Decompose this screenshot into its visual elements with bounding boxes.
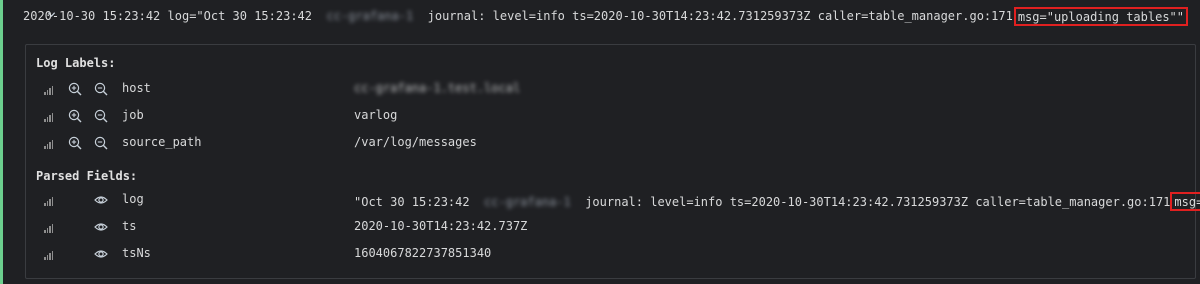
log-label-row-host: host cc-grafana-1.test.local	[26, 79, 1186, 101]
label-value-redacted: cc-grafana-1.test.local	[354, 81, 521, 95]
zoom-out-icon[interactable]	[94, 82, 108, 96]
label-key: source_path	[122, 135, 202, 149]
log-level-indicator	[0, 0, 3, 284]
parsed-fields-title: Parsed Fields:	[36, 169, 138, 183]
field-key: ts	[122, 219, 137, 233]
label-value: /var/log/messages	[354, 135, 477, 149]
label-value: varlog	[354, 108, 398, 122]
chevron-down-icon[interactable]	[11, 0, 56, 33]
parsed-field-row-tsns: tsNs 1604067822737851340	[26, 244, 1186, 266]
msg-highlight: msg="	[1170, 192, 1200, 211]
zoom-in-icon[interactable]	[68, 82, 82, 96]
log-row-summary[interactable]: 2020-10-30 15:23:42 log="Oct 30 15:23:42…	[11, 6, 1190, 26]
field-key: tsNs	[122, 246, 151, 260]
eye-icon[interactable]	[94, 193, 108, 207]
field-value-prefix: "Oct 30 15:23:42	[354, 194, 470, 209]
field-value: 1604067822737851340	[354, 246, 492, 260]
log-timestamp: 2020-10-30 15:23:42	[23, 9, 161, 23]
log-prefix: log="Oct 30 15:23:42	[167, 9, 313, 23]
zoom-out-icon[interactable]	[94, 109, 108, 123]
log-body: journal: level=info ts=2020-10-30T14:23:…	[427, 9, 1013, 23]
stats-icon[interactable]	[44, 139, 54, 149]
log-label-row-job: job varlog	[26, 106, 1186, 128]
stats-icon[interactable]	[44, 112, 54, 122]
field-value: "Oct 30 15:23:42 cc-grafana-1 journal: l…	[354, 192, 1200, 211]
parsed-field-row-ts: ts 2020-10-30T14:23:42.737Z	[26, 217, 1186, 239]
field-value-body: journal: level=info ts=2020-10-30T14:23:…	[585, 194, 1171, 209]
msg-highlight: msg="uploading tables""	[1013, 6, 1188, 26]
field-value-host-redacted: cc-grafana-1	[484, 194, 571, 209]
zoom-in-icon[interactable]	[68, 109, 82, 123]
field-value: 2020-10-30T14:23:42.737Z	[354, 219, 528, 233]
stats-icon[interactable]	[44, 250, 54, 260]
stats-icon[interactable]	[44, 85, 54, 95]
eye-icon[interactable]	[94, 247, 108, 261]
log-label-row-source-path: source_path /var/log/messages	[26, 133, 1186, 155]
stats-icon[interactable]	[44, 223, 54, 233]
field-key: log	[122, 192, 144, 206]
parsed-field-row-log: log "Oct 30 15:23:42 cc-grafana-1 journa…	[26, 190, 1200, 212]
log-host-redacted: cc-grafana-1	[326, 9, 414, 23]
log-viewer: 2020-10-30 15:23:42 log="Oct 30 15:23:42…	[0, 0, 1200, 284]
stats-icon[interactable]	[44, 196, 54, 206]
log-labels-title: Log Labels:	[36, 56, 116, 70]
label-key: host	[122, 81, 151, 95]
zoom-out-icon[interactable]	[94, 136, 108, 150]
zoom-in-icon[interactable]	[68, 136, 82, 150]
log-details-panel: Log Labels: host cc-grafana-1.test.local…	[25, 44, 1200, 279]
label-key: job	[122, 108, 144, 122]
eye-icon[interactable]	[94, 220, 108, 234]
